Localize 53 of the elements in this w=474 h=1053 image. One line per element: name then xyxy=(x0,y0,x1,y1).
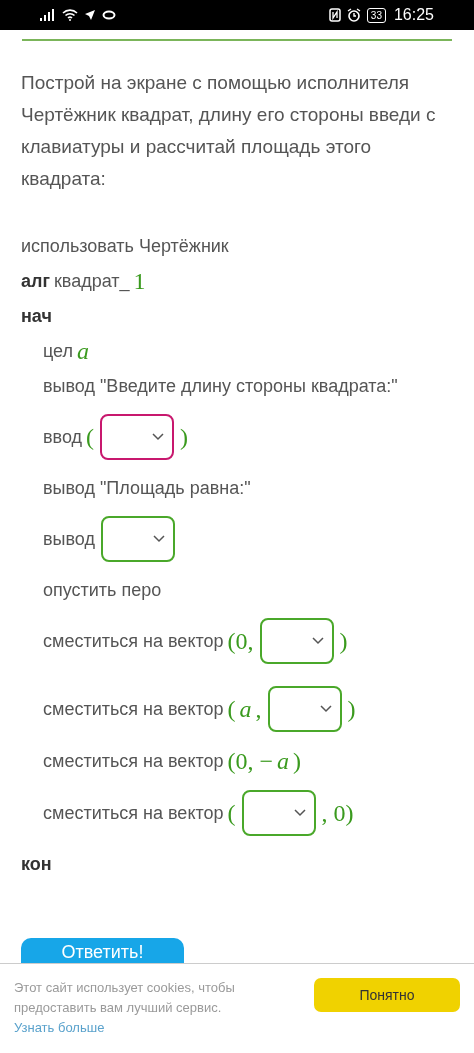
answer-dropdown[interactable] xyxy=(101,516,175,562)
battery-level: 33 xyxy=(366,7,386,23)
math-text: ) xyxy=(347,695,356,724)
cookie-text: Этот сайт использует cookies, чтобы предоставить вам лучший сервис. Узнать больше xyxy=(14,979,236,1037)
math-variable: a xyxy=(277,747,290,776)
answer-dropdown[interactable] xyxy=(241,790,316,836)
chevron-down-icon xyxy=(153,535,165,543)
code-text: цел xyxy=(43,339,74,363)
math-text: (0, xyxy=(227,627,254,656)
math-text: ( xyxy=(227,799,236,828)
math-text: , 0) xyxy=(321,799,354,828)
chevron-down-icon xyxy=(152,433,165,441)
code-text: вывод "Введите длину стороны квадрата:" xyxy=(43,374,398,398)
alarm-icon xyxy=(346,8,361,22)
learn-more-link[interactable]: Узнать больше xyxy=(14,1020,105,1035)
math-text: ( xyxy=(227,695,236,724)
chevron-down-icon xyxy=(319,705,332,713)
signal-icon xyxy=(40,9,56,21)
math-variable: a xyxy=(239,695,252,724)
ring-icon xyxy=(102,10,116,20)
math-text: 1 xyxy=(133,267,146,296)
math-text: ( xyxy=(86,423,95,452)
math-text: , xyxy=(255,695,262,724)
navigation-icon xyxy=(84,9,96,21)
keyword: кон xyxy=(21,852,52,876)
math-text: ) xyxy=(293,747,302,776)
math-variable: a xyxy=(77,337,90,366)
code-text: вывод "Площадь равна:" xyxy=(43,476,251,500)
nfc-icon xyxy=(328,8,341,22)
math-text: (0, − xyxy=(227,747,274,776)
math-text: ) xyxy=(180,423,189,452)
code-text: сместиться на вектор xyxy=(43,697,224,721)
answer-dropdown[interactable] xyxy=(100,414,175,460)
keyword: нач xyxy=(21,304,52,328)
answer-dropdown[interactable] xyxy=(259,618,334,664)
code-text: сместиться на вектор xyxy=(43,629,224,653)
code-text: ввод xyxy=(43,425,83,449)
keyword: алг xyxy=(21,269,50,293)
chevron-down-icon xyxy=(293,809,306,817)
time: 16:25 xyxy=(393,5,434,25)
task-text: Построй на экране с помощью исполнителя Чертёжник квадрат, длину его стороны введи с клавиатуры и рассчитай площадь этого квадрата: xyxy=(21,71,436,191)
answer-dropdown[interactable] xyxy=(267,686,342,732)
code-text: сместиться на вектор xyxy=(43,801,224,825)
code-text: вывод xyxy=(43,527,95,551)
accept-button[interactable]: Понятно xyxy=(314,978,460,1012)
math-text: ) xyxy=(339,627,348,656)
code-text: опустить перо xyxy=(43,578,162,602)
code-text: использовать Чертёжник xyxy=(21,234,229,258)
code-text: квадрат_ xyxy=(53,269,130,294)
code-text: сместиться на вектор xyxy=(43,749,224,773)
chevron-down-icon xyxy=(311,637,324,645)
answer-button[interactable]: Ответить! xyxy=(21,938,184,963)
wifi-icon xyxy=(62,9,78,21)
